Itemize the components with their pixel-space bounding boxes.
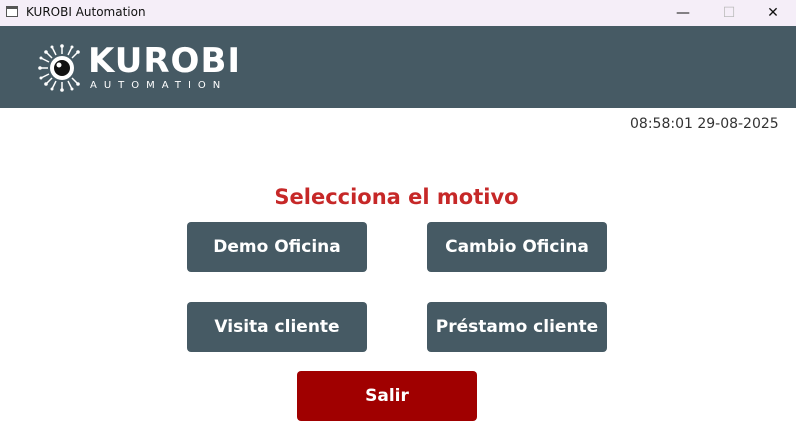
demo-oficina-button[interactable]: Demo Oficina xyxy=(187,222,367,272)
prestamo-cliente-button[interactable]: Préstamo cliente xyxy=(427,302,607,352)
app-icon xyxy=(6,6,18,17)
window-title: KUROBI Automation xyxy=(26,5,146,19)
page-heading: Selecciona el motivo xyxy=(274,185,519,209)
maximize-button[interactable]: ☐ xyxy=(706,0,752,26)
exit-button[interactable]: Salir xyxy=(297,371,477,421)
visita-cliente-button[interactable]: Visita cliente xyxy=(187,302,367,352)
eye-circuit-logo-icon xyxy=(38,44,80,92)
logo-text: KUROBI xyxy=(88,41,242,81)
minimize-button[interactable]: — xyxy=(660,0,706,26)
datetime-display: 08:58:01 29-08-2025 xyxy=(630,116,779,132)
cambio-oficina-button[interactable]: Cambio Oficina xyxy=(427,222,607,272)
logo-subtext: AUTOMATION xyxy=(90,80,228,91)
title-bar: KUROBI Automation — ☐ ✕ xyxy=(0,0,796,26)
close-button[interactable]: ✕ xyxy=(750,0,796,26)
